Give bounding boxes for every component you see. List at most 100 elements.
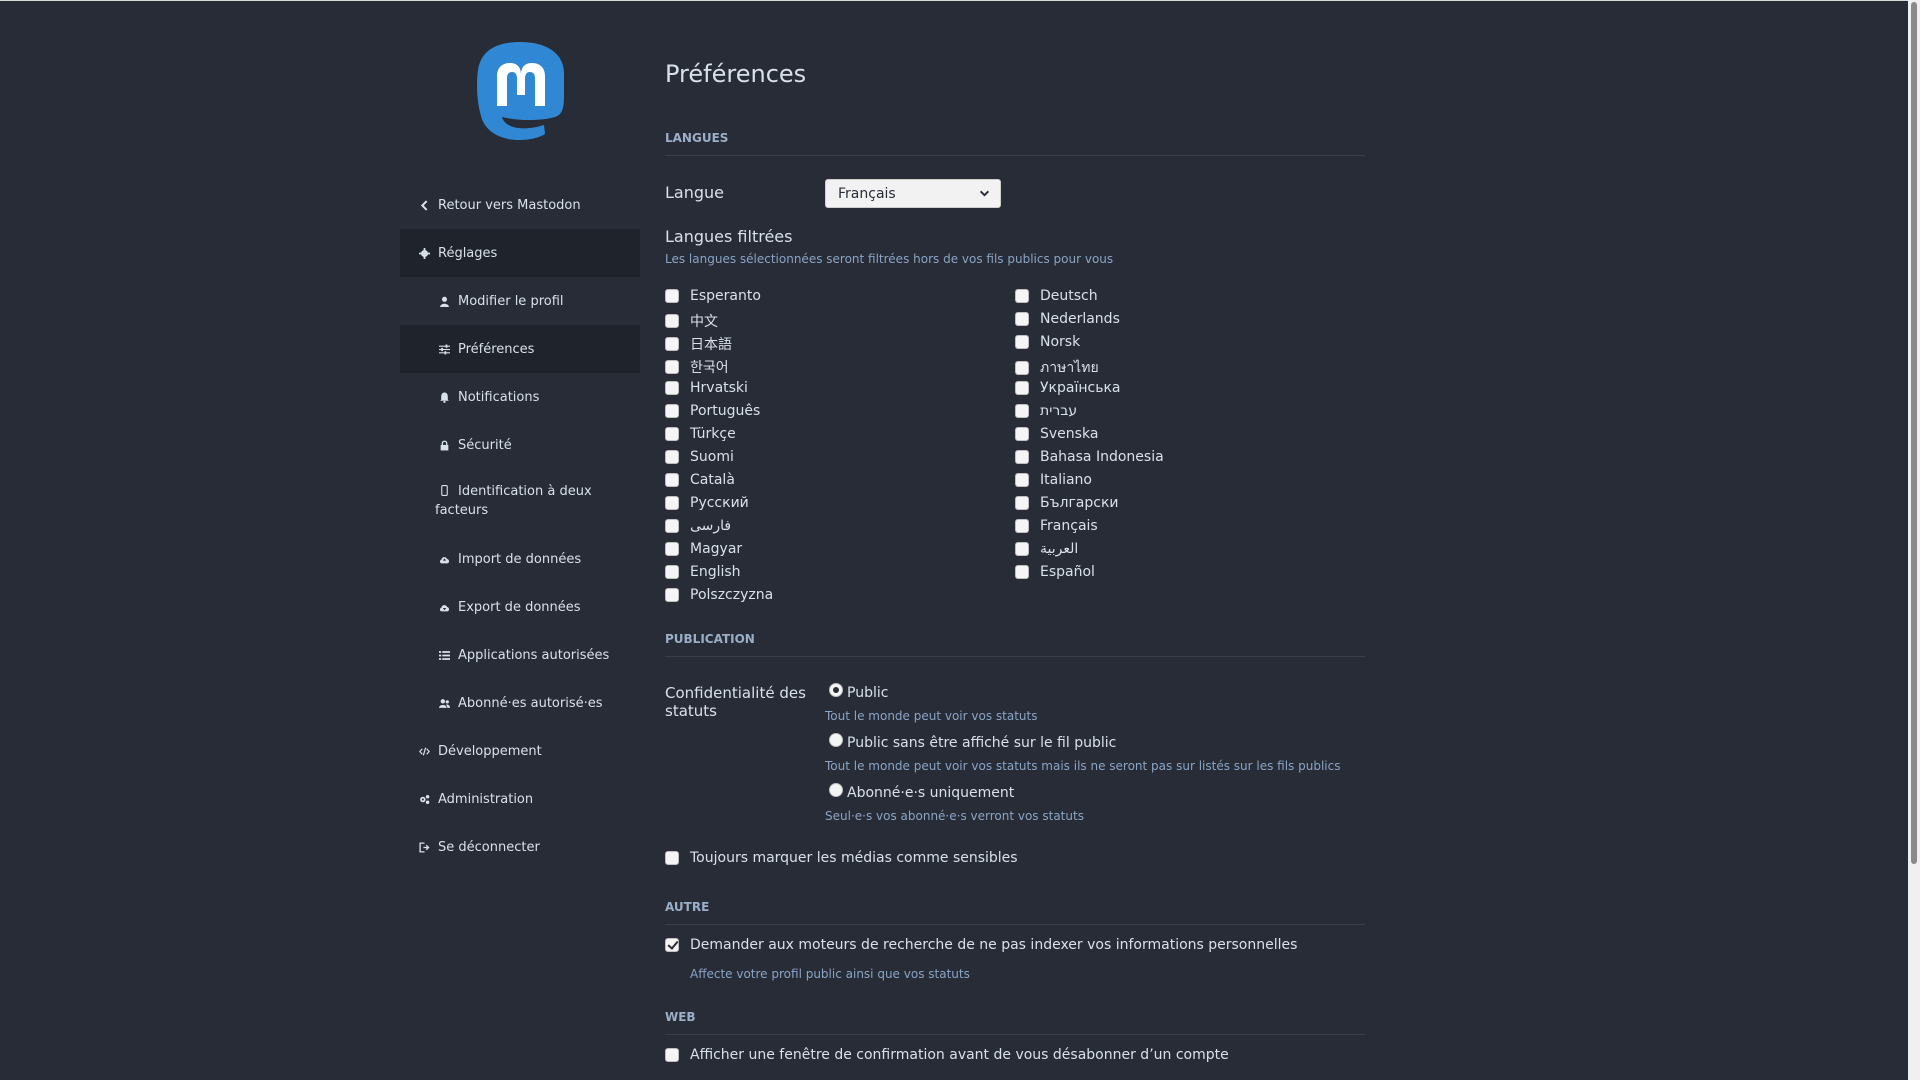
language-checkbox[interactable]: Português — [665, 403, 760, 419]
radio-public-indicator[interactable] — [829, 683, 843, 697]
sidebar-item-development[interactable]: Développement — [400, 727, 640, 775]
checkbox-label: Deutsch — [1040, 288, 1098, 304]
checkbox-label: Italiano — [1040, 472, 1092, 488]
language-checkbox[interactable]: Bahasa Indonesia — [1015, 449, 1164, 465]
noindex-checkbox[interactable]: Demander aux moteurs de recherche de ne … — [665, 937, 1297, 953]
checkbox[interactable] — [665, 938, 679, 952]
language-checkbox[interactable]: Български — [1015, 495, 1119, 511]
unfollow-modal-checkbox[interactable]: Afficher une fenêtre de confirmation ava… — [665, 1047, 1229, 1063]
radio-unlisted-indicator[interactable] — [829, 733, 843, 747]
checkbox[interactable] — [665, 851, 679, 865]
users-icon — [438, 697, 451, 710]
language-checkbox[interactable]: Deutsch — [1015, 288, 1098, 304]
language-checkbox[interactable]: 한국어 — [665, 357, 729, 377]
checkbox[interactable] — [665, 565, 679, 579]
checkbox[interactable] — [1015, 542, 1029, 556]
sidebar-item-notifications[interactable]: Notifications — [400, 373, 640, 421]
checkbox[interactable] — [665, 427, 679, 441]
checkbox[interactable] — [665, 450, 679, 464]
checkbox[interactable] — [1015, 450, 1029, 464]
sidebar-item-two-factor[interactable]: Identification à deux facteurs — [400, 482, 640, 530]
language-select[interactable]: Français — [825, 179, 1001, 208]
language-checkbox[interactable]: Norsk — [1015, 334, 1080, 350]
checkbox-label: ภาษาไทย — [1040, 360, 1099, 376]
checkbox[interactable] — [665, 314, 679, 328]
nav-label: Développement — [438, 743, 542, 759]
language-checkbox[interactable]: Español — [1015, 564, 1095, 580]
sidebar-item-logout[interactable]: Se déconnecter — [400, 823, 640, 871]
checkbox[interactable] — [1015, 289, 1029, 303]
checkbox[interactable] — [665, 404, 679, 418]
checkbox-label: Magyar — [690, 541, 743, 557]
scrollbar-thumb[interactable] — [1911, 2, 1917, 864]
checkbox[interactable] — [1015, 565, 1029, 579]
checkbox[interactable] — [665, 542, 679, 556]
radio-label: Abonné·e·s uniquement — [847, 785, 1015, 801]
mobile-icon — [438, 484, 451, 497]
checkbox-label: Hrvatski — [690, 380, 748, 396]
checkbox[interactable] — [665, 337, 679, 351]
sensitive-media-checkbox[interactable]: Toujours marquer les médias comme sensib… — [665, 850, 1018, 866]
checkbox[interactable] — [665, 588, 679, 602]
language-checkbox[interactable]: Italiano — [1015, 472, 1092, 488]
language-checkbox[interactable]: Türkçe — [665, 426, 736, 442]
radio-public[interactable]: Public — [829, 683, 888, 701]
checkbox[interactable] — [1015, 404, 1029, 418]
language-checkbox[interactable]: Nederlands — [1015, 311, 1120, 327]
checkbox[interactable] — [1015, 427, 1029, 441]
mastodon-logo[interactable] — [473, 40, 567, 142]
language-checkbox[interactable]: Українська — [1015, 380, 1120, 396]
back-to-mastodon-link[interactable]: Retour vers Mastodon — [400, 195, 640, 215]
checkbox-label: Esperanto — [690, 288, 761, 304]
cogs-icon — [418, 793, 431, 806]
checkbox[interactable] — [1015, 361, 1029, 375]
checkbox-label: العربية — [1040, 541, 1079, 557]
language-checkbox[interactable]: Русский — [665, 495, 749, 511]
checkbox[interactable] — [665, 381, 679, 395]
sidebar-item-administration[interactable]: Administration — [400, 775, 640, 823]
checkbox-label: Polszczyzna — [690, 587, 774, 603]
checkbox[interactable] — [665, 289, 679, 303]
language-checkbox[interactable]: Polszczyzna — [665, 587, 773, 603]
radio-unlisted[interactable]: Public sans être affiché sur le fil publ… — [829, 733, 1116, 751]
language-checkbox[interactable]: Hrvatski — [665, 380, 748, 396]
checkbox-label: 中文 — [690, 314, 718, 330]
checkbox[interactable] — [1015, 381, 1029, 395]
language-checkbox[interactable]: עברית — [1015, 403, 1077, 419]
sidebar-item-edit-profile[interactable]: Modifier le profil — [400, 277, 640, 325]
sidebar-item-export[interactable]: Export de données — [400, 583, 640, 631]
language-checkbox[interactable]: Suomi — [665, 449, 734, 465]
checkbox[interactable] — [1015, 473, 1029, 487]
checkbox[interactable] — [1015, 496, 1029, 510]
checkbox-label: Afficher une fenêtre de confirmation ava… — [690, 1047, 1229, 1063]
sidebar-item-authorized-apps[interactable]: Applications autorisées — [400, 631, 640, 679]
language-checkbox[interactable]: Svenska — [1015, 426, 1098, 442]
checkbox[interactable] — [1015, 519, 1029, 533]
radio-followers-only-indicator[interactable] — [829, 783, 843, 797]
language-checkbox[interactable]: Català — [665, 472, 735, 488]
checkbox[interactable] — [665, 360, 679, 374]
sidebar-item-security[interactable]: Sécurité — [400, 421, 640, 469]
sidebar-item-import[interactable]: Import de données — [400, 535, 640, 583]
language-checkbox[interactable]: Français — [1015, 518, 1098, 534]
checkbox[interactable] — [1015, 335, 1029, 349]
language-checkbox[interactable]: Esperanto — [665, 288, 761, 304]
checkbox[interactable] — [1015, 312, 1029, 326]
language-checkbox[interactable]: English — [665, 564, 741, 580]
scrollbar[interactable] — [1908, 0, 1920, 1080]
checkbox[interactable] — [665, 519, 679, 533]
lock-icon — [438, 439, 451, 452]
language-checkbox[interactable]: العربية — [1015, 541, 1078, 557]
language-checkbox[interactable]: فارسی — [665, 518, 731, 534]
language-checkbox[interactable]: ภาษาไทย — [1015, 357, 1099, 379]
checkbox[interactable] — [665, 496, 679, 510]
language-checkbox[interactable]: 日本語 — [665, 334, 732, 354]
checkbox[interactable] — [665, 1048, 679, 1062]
language-checkbox[interactable]: 中文 — [665, 311, 718, 331]
radio-followers-only[interactable]: Abonné·e·s uniquement — [829, 783, 1015, 801]
sidebar-item-settings[interactable]: Réglages — [400, 229, 640, 277]
sidebar-item-followers[interactable]: Abonné·es autorisé·es — [400, 679, 640, 727]
checkbox[interactable] — [665, 473, 679, 487]
language-checkbox[interactable]: Magyar — [665, 541, 742, 557]
sidebar-item-preferences[interactable]: Préférences — [400, 325, 640, 373]
